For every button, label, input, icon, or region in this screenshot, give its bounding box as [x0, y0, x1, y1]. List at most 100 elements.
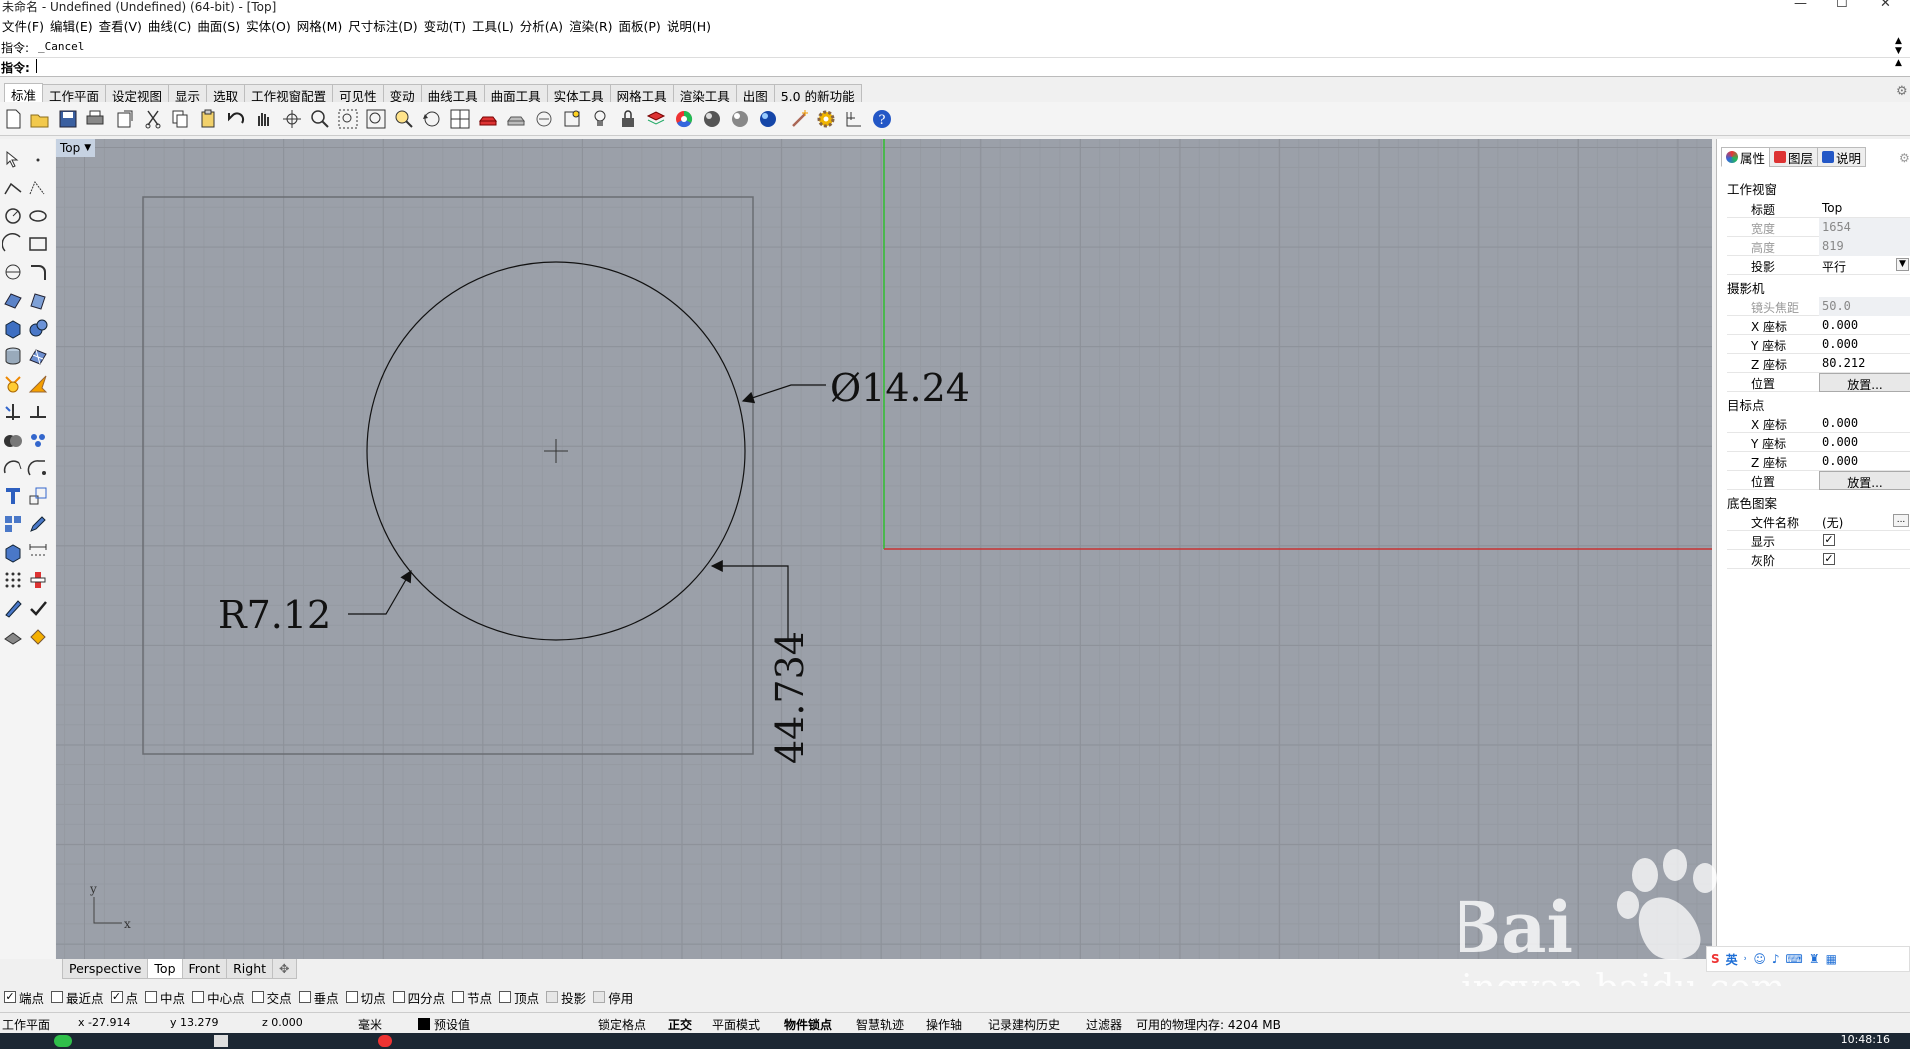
osnap-vertex[interactable]: 顶点 — [499, 988, 539, 1007]
status-grid-snap[interactable]: 锁定格点 — [598, 1016, 646, 1033]
radius-dimension-text[interactable]: R7.12 — [218, 593, 331, 637]
block-icon[interactable] — [2, 541, 24, 563]
pan-hand-icon[interactable] — [252, 108, 274, 130]
tab-render-tools[interactable]: 渲染工具 — [672, 84, 737, 104]
menu-view[interactable]: 查看(V) — [99, 16, 148, 35]
boolean-union-icon[interactable] — [2, 429, 24, 451]
light-bulb-icon[interactable] — [589, 108, 611, 130]
emoji-icon[interactable]: ☺ — [1753, 952, 1766, 966]
target-y-field[interactable]: 0.000 — [1819, 433, 1910, 452]
layer-icon[interactable] — [645, 108, 667, 130]
shaded-car-icon[interactable] — [477, 108, 499, 130]
menu-panels[interactable]: 面板(P) — [619, 16, 667, 35]
skin-icon[interactable]: ♜ — [1809, 952, 1820, 966]
osnap-knot-checkbox[interactable] — [452, 991, 465, 1003]
panel-tab-layers[interactable]: 图层 — [1769, 147, 1819, 167]
linear-dimension-leader[interactable] — [710, 560, 789, 641]
rotate-view-icon[interactable] — [281, 108, 303, 130]
cut-icon[interactable] — [142, 108, 164, 130]
diameter-leader[interactable] — [741, 384, 826, 404]
surface-tool-icon[interactable] — [2, 289, 24, 311]
rectangle-tool-icon[interactable] — [27, 233, 49, 255]
taskbar-clock[interactable]: 10:48:16 — [1841, 1033, 1890, 1046]
osnap-near-checkbox[interactable] — [51, 991, 64, 1003]
status-cplane[interactable]: 工作平面 — [2, 1016, 50, 1033]
menu-file[interactable]: 文件(F) — [2, 16, 50, 35]
ime-language[interactable]: 英 — [1726, 951, 1738, 968]
render-sphere-icon[interactable] — [729, 108, 751, 130]
box-solid-icon[interactable] — [2, 317, 24, 339]
osnap-disable[interactable]: 停用 — [593, 988, 633, 1007]
osnap-end-checkbox[interactable]: ✓ — [4, 991, 16, 1003]
add-view-tab-icon[interactable]: ✥ — [272, 959, 297, 979]
dimension-icon[interactable] — [27, 541, 49, 563]
polyline-icon[interactable] — [2, 177, 24, 199]
osnap-mid[interactable]: 中点 — [145, 988, 185, 1007]
status-osnap[interactable]: 物件锁点 — [784, 1016, 832, 1033]
menu-curve[interactable]: 曲线(C) — [148, 16, 197, 35]
prop-target-x-row[interactable]: X 座标 0.000 — [1727, 414, 1910, 433]
osnap-center[interactable]: 中心点 — [192, 988, 245, 1007]
status-filter[interactable]: 过滤器 — [1086, 1016, 1122, 1033]
edit-pencil-icon[interactable] — [27, 513, 49, 535]
osnap-perp[interactable]: 垂点 — [298, 988, 339, 1007]
select-points-icon[interactable] — [561, 108, 583, 130]
prop-show-row[interactable]: 显示 ✓ — [1727, 531, 1910, 550]
view-tab-right[interactable]: Right — [226, 959, 274, 979]
status-layer[interactable]: 预设值 — [434, 1016, 470, 1033]
prop-filename-row[interactable]: 文件名称 (无)... — [1727, 512, 1910, 531]
rendered-car-icon[interactable] — [505, 108, 527, 130]
tab-options-gear-icon[interactable]: ⚙ — [1896, 84, 1908, 99]
view-tab-front[interactable]: Front — [181, 959, 228, 979]
extrude-surface-icon[interactable] — [27, 289, 49, 311]
trim-icon[interactable] — [2, 401, 24, 423]
split-icon[interactable] — [27, 401, 49, 423]
tab-drafting[interactable]: 出图 — [735, 84, 775, 104]
polygon-tool-icon[interactable] — [2, 261, 24, 283]
projection-chevron-down-icon[interactable]: ▼ — [1896, 258, 1909, 271]
tab-select[interactable]: 选取 — [206, 84, 246, 104]
osnap-tangent[interactable]: 切点 — [345, 988, 386, 1007]
tab-whats-new[interactable]: 5.0 的新功能 — [773, 84, 862, 104]
ellipse-tool-icon[interactable] — [27, 205, 49, 227]
osnap-intersection[interactable]: 交点 — [251, 988, 292, 1007]
tab-visibility[interactable]: 可见性 — [332, 84, 384, 104]
sphere-solid-icon[interactable] — [27, 317, 49, 339]
analyze-icon[interactable] — [27, 569, 49, 591]
prop-projection-row[interactable]: 投影 平行 ▼ — [1727, 256, 1910, 275]
menu-edit[interactable]: 编辑(E) — [50, 16, 99, 35]
material-sphere-icon[interactable] — [701, 108, 723, 130]
status-record-history[interactable]: 记录建构历史 — [988, 1016, 1060, 1033]
camera-y-field[interactable]: 0.000 — [1819, 335, 1910, 354]
point-icon[interactable] — [27, 149, 49, 171]
osnap-mid-checkbox[interactable] — [145, 991, 158, 1003]
tab-cplane[interactable]: 工作平面 — [42, 84, 107, 104]
menu-tools[interactable]: 工具(L) — [472, 16, 520, 35]
material-stack-icon[interactable] — [2, 625, 24, 647]
new-file-icon[interactable] — [2, 108, 24, 130]
rhino-taskbar-icon[interactable] — [214, 1035, 228, 1047]
camera-x-field[interactable]: 0.000 — [1819, 316, 1910, 335]
fillet-curve-icon[interactable] — [27, 261, 49, 283]
prop-target-y-row[interactable]: Y 座标 0.000 — [1727, 433, 1910, 452]
scale-icon[interactable] — [27, 485, 49, 507]
prop-title-row[interactable]: 标题 Top — [1727, 199, 1910, 218]
menu-analyze[interactable]: 分析(A) — [520, 16, 569, 35]
toolbox-icon[interactable]: ▦ — [1826, 952, 1837, 966]
panel-tab-properties[interactable]: 属性 — [1721, 147, 1771, 167]
menu-surface[interactable]: 曲面(S) — [197, 16, 246, 35]
scroll-down-icon[interactable]: ▼ — [1895, 46, 1902, 56]
punctuation-icon[interactable]: ˒ — [1744, 952, 1748, 966]
panel-tab-help[interactable]: 说明 — [1817, 147, 1867, 167]
command-dropdown-icon[interactable]: ▲ — [1895, 58, 1902, 68]
tab-set-view[interactable]: 设定视图 — [105, 84, 170, 104]
zoom-selected-icon[interactable] — [393, 108, 415, 130]
cplane-icon[interactable] — [533, 108, 555, 130]
osnap-point-checkbox[interactable]: ✓ — [110, 991, 123, 1003]
osnap-project-checkbox[interactable] — [546, 991, 559, 1003]
tab-surface-tools[interactable]: 曲面工具 — [483, 84, 548, 104]
osnap-intersection-checkbox[interactable] — [251, 991, 264, 1003]
status-planar[interactable]: 平面模式 — [712, 1016, 760, 1033]
undo-view-icon[interactable] — [421, 108, 443, 130]
copy-icon[interactable] — [169, 108, 191, 130]
